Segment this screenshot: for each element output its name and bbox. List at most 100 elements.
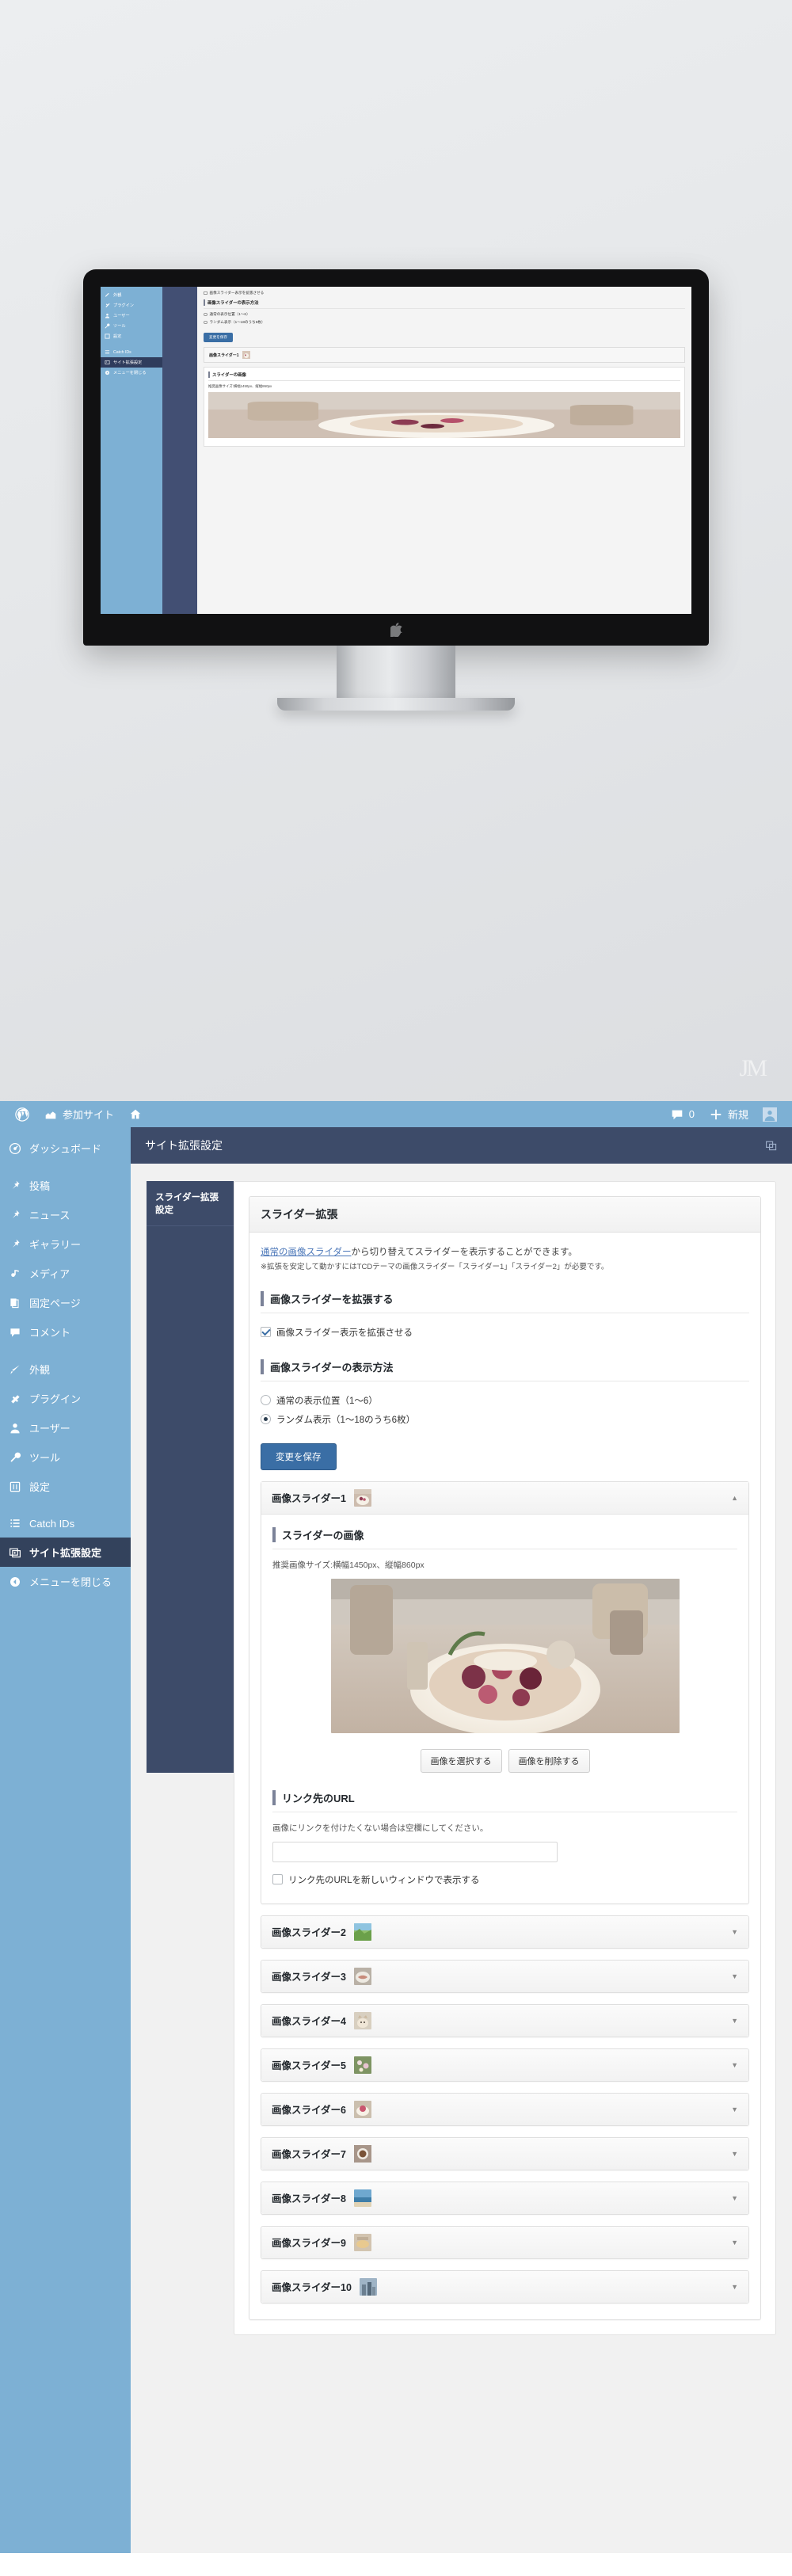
imac-stand-neck [337, 646, 455, 698]
sidebar-item-tools[interactable]: ツール [0, 1442, 131, 1472]
slider-accordion-header[interactable]: 画像スライダー1 ▲ [261, 1481, 748, 1515]
comments-button[interactable]: 0 [663, 1101, 702, 1127]
radio-option-normal[interactable]: 通常の表示位置（1〜6） [261, 1391, 749, 1410]
mini-checkbox-row[interactable]: 画像スライダー表示を拡張させる [204, 291, 685, 295]
checkbox-icon[interactable] [272, 1874, 283, 1885]
acai-bowl-photo-preview [208, 392, 680, 438]
mini-menu-item-catch-ids[interactable]: Catch IDs [101, 347, 162, 357]
delete-image-button[interactable]: 画像を削除する [508, 1748, 590, 1773]
new-window-checkbox-row[interactable]: リンク先のURLを新しいウィンドウで表示する [272, 1870, 737, 1889]
site-home-button[interactable] [121, 1101, 150, 1127]
mini-radio-row[interactable]: ランダム表示（1〜18のうち6枚） [204, 320, 685, 325]
sidebar-item-settings[interactable]: 設定 [0, 1472, 131, 1501]
pastry-thumbnail [353, 2233, 371, 2251]
chevron-down-icon[interactable]: ▼ [731, 2283, 738, 2291]
section-title-slider-image: スライダーの画像 [272, 1526, 737, 1542]
subnav-item-slider-extension[interactable]: スライダー拡張設定 [147, 1181, 234, 1226]
flowers-thumbnail [353, 2056, 371, 2074]
mini-content-area: 画像スライダー表示を拡張させる 画像スライダーの表示方法 通常の表示位置（1〜6… [197, 287, 691, 614]
chevron-down-icon[interactable]: ▼ [731, 2150, 738, 2158]
radio-icon[interactable] [204, 320, 208, 325]
mini-radio-row[interactable]: 通常の表示位置（1〜6） [204, 312, 685, 317]
slider-accordion-header[interactable]: 画像スライダー6 ▼ [261, 2093, 748, 2125]
sidebar-item-gallery[interactable]: ギャラリー [0, 1229, 131, 1259]
radio-option-random[interactable]: ランダム表示（1〜18のうち6枚） [261, 1410, 749, 1429]
mini-menu-item[interactable]: 外観 [101, 290, 162, 300]
slider-accordion-1: 画像スライダー1 ▲ スライダーの画像 推奨画像サイズ:横幅1450px、縦幅8… [261, 1480, 749, 1904]
chevron-up-icon[interactable]: ▲ [731, 1494, 738, 1502]
sidebar-item-catch-ids[interactable]: Catch IDs [0, 1509, 131, 1538]
screen-options-icon[interactable] [765, 1139, 778, 1152]
panel-body: 通常の画像スライダーから切り替えてスライダーを表示することができます。 ※拡張を… [249, 1233, 760, 2319]
wordpress-logo-button[interactable] [8, 1101, 36, 1127]
save-changes-button[interactable]: 変更を保存 [261, 1442, 337, 1470]
mini-menu-item[interactable]: ツール [101, 321, 162, 331]
sidebar-item-plugins[interactable]: プラグイン [0, 1384, 131, 1413]
radio-icon[interactable] [261, 1414, 271, 1425]
sidebar-item-news[interactable]: ニュース [0, 1200, 131, 1229]
slider-accordion-header[interactable]: 画像スライダー8 ▼ [261, 2182, 748, 2214]
sidebar-item-label: Catch IDs [29, 1517, 75, 1530]
sidebar-item-label: サイト拡張設定 [29, 1547, 102, 1559]
new-window-checkbox-label: リンク先のURLを新しいウィンドウで表示する [288, 1875, 480, 1885]
chevron-down-icon[interactable]: ▼ [731, 1928, 738, 1936]
slider-row-label: 画像スライダー4 [272, 2016, 346, 2028]
admin-main-content: サイト拡張設定 スライダー拡張設定 スライダー拡張 通常の画像スライダーから切り… [131, 1127, 792, 2553]
chevron-down-icon[interactable]: ▼ [731, 2061, 738, 2069]
settings-panel-wrapper: スライダー拡張 通常の画像スライダーから切り替えてスライダーを表示することができ… [234, 1181, 776, 2335]
sidebar-item-posts[interactable]: 投稿 [0, 1171, 131, 1200]
chevron-down-icon[interactable]: ▼ [731, 2239, 738, 2246]
content-inner: スライダー拡張設定 スライダー拡張 通常の画像スライダーから切り替えてスライダー… [131, 1164, 792, 2367]
avatar-icon [763, 1107, 777, 1122]
sidebar-item-appearance[interactable]: 外観 [0, 1355, 131, 1384]
slider-accordion-header[interactable]: 画像スライダー3 ▼ [261, 1960, 748, 1992]
sidebar-item-collapse-menu[interactable]: メニューを閉じる [0, 1567, 131, 1596]
mini-section-title: 画像スライダーの表示方法 [204, 299, 685, 306]
coffee-thumbnail [353, 2144, 371, 2163]
slider-accordion-header[interactable]: 画像スライダー7 ▼ [261, 2137, 748, 2170]
chevron-down-icon[interactable]: ▼ [731, 2017, 738, 2025]
account-button[interactable] [756, 1101, 784, 1127]
sidebar-item-label: ダッシュボード [29, 1143, 102, 1155]
checkbox-icon[interactable] [261, 1327, 271, 1338]
slider-accordion-header[interactable]: 画像スライダー5 ▼ [261, 2048, 748, 2081]
link-url-input[interactable] [272, 1841, 558, 1862]
sidebar-item-comments[interactable]: コメント [0, 1317, 131, 1347]
mini-accordion-header[interactable]: 画像スライダー1 [204, 347, 685, 363]
mini-menu-label: プラグイン [113, 303, 134, 308]
sidebar-item-label: 固定ページ [29, 1298, 81, 1309]
chevron-down-icon[interactable]: ▼ [731, 2194, 738, 2202]
sidebar-item-media[interactable]: メディア [0, 1259, 131, 1288]
sidebar-item-label: ニュース [29, 1210, 70, 1221]
chevron-down-icon[interactable]: ▼ [731, 2105, 738, 2113]
slider-accordion-header[interactable]: 画像スライダー2 ▼ [261, 1915, 748, 1948]
admin-bar: 参加サイト 0 新規 [0, 1101, 792, 1127]
sidebar-item-dashboard[interactable]: ダッシュボード [0, 1134, 131, 1163]
slider-accordion-header[interactable]: 画像スライダー9 ▼ [261, 2226, 748, 2258]
panel-title: スライダー拡張 [249, 1197, 760, 1233]
checkbox-icon[interactable] [204, 291, 208, 295]
extend-checkbox-row[interactable]: 画像スライダー表示を拡張させる [261, 1323, 749, 1342]
sidebar-item-users[interactable]: ユーザー [0, 1413, 131, 1442]
slider-accordion-header[interactable]: 画像スライダー10 ▼ [261, 2270, 748, 2303]
radio-icon[interactable] [261, 1395, 271, 1406]
sidebar-item-site-extension[interactable]: サイト拡張設定 [0, 1538, 131, 1567]
select-image-button[interactable]: 画像を選択する [420, 1748, 502, 1773]
mini-menu-item[interactable]: プラグイン [101, 300, 162, 311]
mini-menu-item[interactable]: ユーザー [101, 311, 162, 321]
slider-accordion-header[interactable]: 画像スライダー4 ▼ [261, 2004, 748, 2037]
mini-menu-item-collapse[interactable]: メニューを閉じる [101, 368, 162, 378]
radio-icon[interactable] [204, 312, 208, 317]
my-sites-menu[interactable]: 参加サイト [36, 1101, 121, 1127]
mini-save-button[interactable]: 変更を保存 [204, 333, 233, 342]
sidebar-item-pages[interactable]: 固定ページ [0, 1288, 131, 1317]
radio-label: 通常の表示位置（1〜6） [276, 1396, 378, 1406]
mini-menu-item-site-extension[interactable]: サイト拡張設定 [101, 357, 162, 368]
normal-slider-link[interactable]: 通常の画像スライダー [261, 1248, 352, 1257]
dessert-thumbnail [353, 2100, 371, 2118]
new-content-button[interactable]: 新規 [702, 1101, 756, 1127]
chevron-down-icon[interactable]: ▼ [731, 1972, 738, 1980]
mini-menu-item[interactable]: 設定 [101, 331, 162, 341]
divider [204, 308, 685, 309]
sidebar-item-label: プラグイン [29, 1393, 82, 1405]
